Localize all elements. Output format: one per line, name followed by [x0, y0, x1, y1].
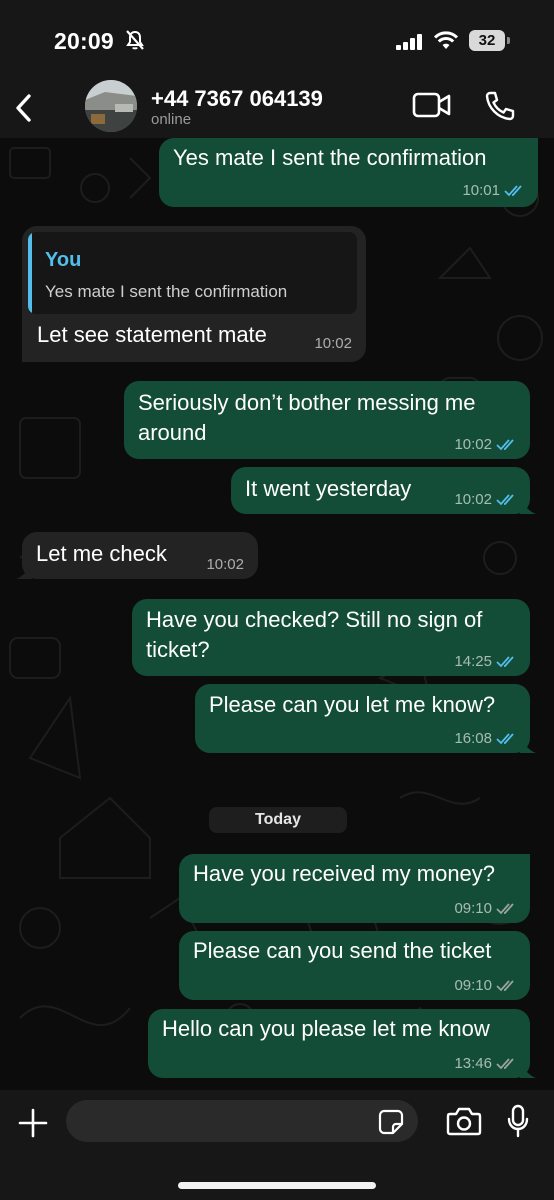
home-indicator: [178, 1182, 376, 1189]
quote-accent-bar: [28, 232, 32, 314]
message-bubble-outgoing[interactable]: Yes mate I sent the confirmation 10:01: [159, 138, 538, 207]
wifi-icon: [434, 31, 458, 49]
message-text: Please can you send the ticket: [193, 938, 492, 963]
message-bubble-outgoing[interactable]: Seriously don’t bother messing me around…: [124, 381, 530, 459]
mic-icon[interactable]: [506, 1104, 530, 1138]
back-icon[interactable]: [10, 88, 40, 128]
avatar[interactable]: [85, 80, 137, 132]
contact-status: online: [151, 111, 192, 128]
double-tick-read-icon: [496, 732, 514, 744]
message-bubble-outgoing[interactable]: Hello can you please let me know 13:46: [148, 1009, 536, 1078]
message-time: 10:02: [454, 491, 492, 508]
message-time: 09:10: [454, 900, 492, 917]
message-time: 10:02: [454, 436, 492, 453]
video-icon[interactable]: [412, 92, 452, 118]
bubble-tail: [16, 563, 32, 579]
message-input[interactable]: [66, 1100, 418, 1142]
message-meta: 14:25: [454, 653, 518, 670]
sticker-icon[interactable]: [378, 1109, 404, 1135]
message-time: 16:08: [454, 730, 492, 747]
message-meta: 13:46: [454, 1055, 518, 1072]
battery-level: 32: [469, 30, 505, 51]
message-meta: 10:02: [454, 491, 518, 508]
battery-tip: [507, 37, 510, 44]
camera-icon[interactable]: [446, 1106, 482, 1136]
message-time: 09:10: [454, 977, 492, 994]
double-tick-delivered-icon: [496, 979, 514, 991]
quote-text: Yes mate I sent the confirmation: [45, 282, 288, 301]
message-time: 10:01: [462, 182, 500, 199]
message-meta: 09:10: [454, 977, 518, 994]
double-tick-read-icon: [504, 184, 522, 196]
message-meta: 10:02: [454, 436, 518, 453]
message-time: 13:46: [454, 1055, 492, 1072]
double-tick-delivered-icon: [496, 1057, 514, 1069]
message-text: Have you received my money?: [193, 861, 496, 886]
signal-icon: [396, 34, 422, 50]
message-text: Hello can you please let me know: [162, 1016, 490, 1041]
bubble-tail: [520, 737, 536, 753]
message-meta: 10:02: [314, 335, 352, 352]
status-time: 20:09: [54, 28, 114, 54]
double-tick-read-icon: [496, 438, 514, 450]
message-text: Please can you let me know?: [209, 692, 496, 717]
message-text: Yes mate I sent the confirmation: [173, 145, 487, 170]
double-tick-delivered-icon: [496, 902, 514, 914]
bubble-tail: [520, 1062, 536, 1078]
double-tick-read-icon: [496, 655, 514, 667]
message-meta: 10:01: [462, 182, 526, 199]
message-bubble-incoming[interactable]: Let me check 10:02: [16, 532, 258, 579]
message-text: Let see statement mate: [37, 322, 267, 347]
message-meta: 16:08: [454, 730, 518, 747]
day-separator: Today: [209, 807, 347, 833]
message-bubble-outgoing[interactable]: Have you received my money? 09:10: [179, 854, 530, 923]
contact-name[interactable]: +44 7367 064139: [151, 86, 323, 112]
message-bubble-outgoing[interactable]: Please can you send the ticket 09:10: [179, 931, 530, 1000]
message-time: 10:02: [314, 335, 352, 352]
call-icon[interactable]: [484, 90, 516, 122]
message-bubble-outgoing[interactable]: It went yesterday 10:02: [231, 467, 536, 514]
plus-icon[interactable]: [18, 1108, 48, 1138]
quote-author: You: [45, 249, 82, 271]
bubble-tail: [520, 498, 536, 514]
message-bubble-outgoing[interactable]: Have you checked? Still no sign of ticke…: [132, 599, 530, 676]
double-tick-read-icon: [496, 493, 514, 505]
message-time: 14:25: [454, 653, 492, 670]
message-bubble-incoming[interactable]: You Yes mate I sent the confirmation Let…: [22, 226, 366, 362]
composer-bar: [0, 1090, 554, 1200]
message-meta: 10:02: [206, 556, 244, 573]
quoted-message[interactable]: You Yes mate I sent the confirmation: [28, 232, 357, 314]
bell-slash-icon: [126, 30, 144, 50]
message-bubble-outgoing[interactable]: Please can you let me know? 16:08: [195, 684, 536, 753]
chat-header: +44 7367 064139 online: [0, 80, 554, 138]
message-time: 10:02: [206, 556, 244, 573]
status-bar: 20:09 32: [0, 0, 554, 80]
message-meta: 09:10: [454, 900, 518, 917]
chat-area[interactable]: Yes mate I sent the confirmation 10:01 Y…: [0, 138, 554, 1090]
